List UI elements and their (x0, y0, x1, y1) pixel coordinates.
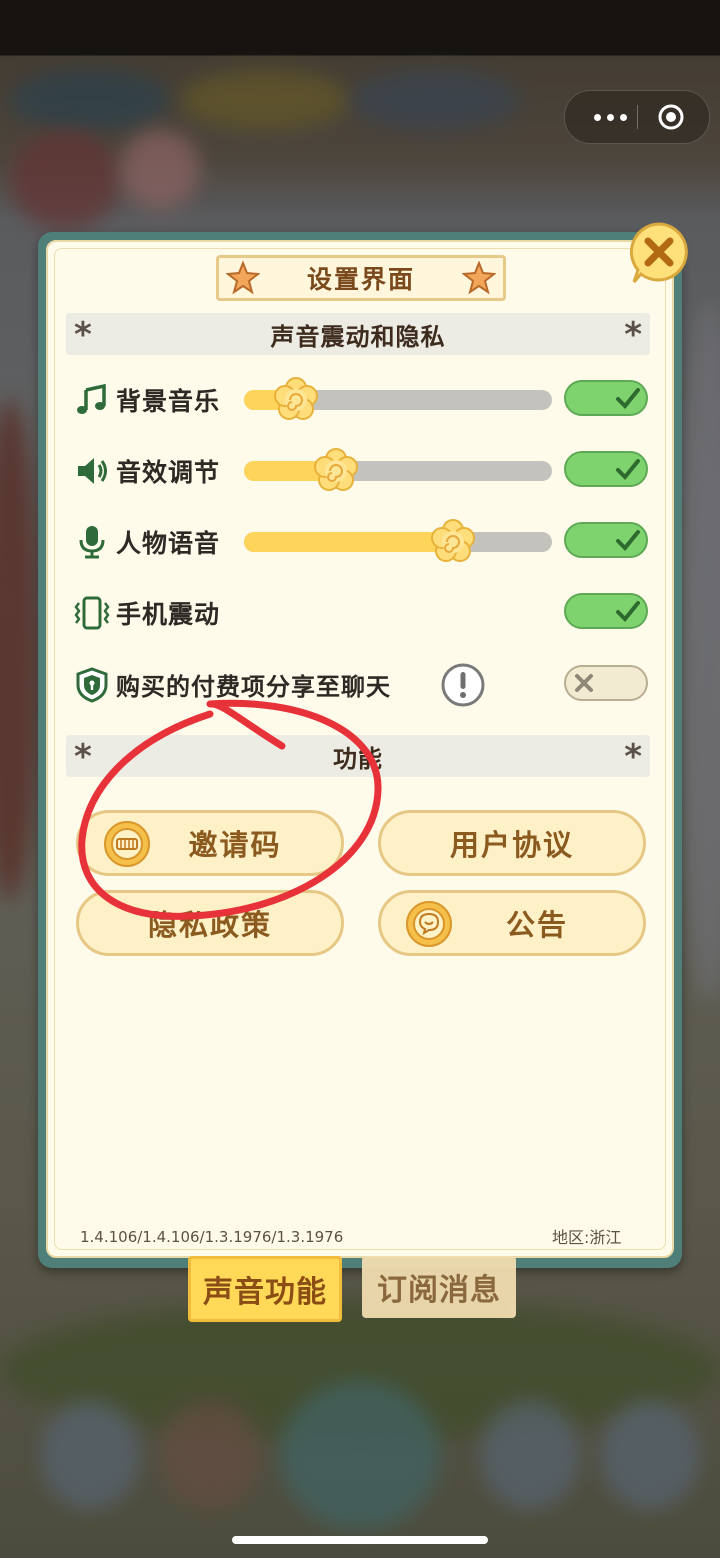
notice-label: 公告 (505, 908, 568, 942)
region-text: 地区:浙江 (552, 1228, 622, 1247)
setting-row-share-purchase: 购买的付费项分享至聊天 (70, 657, 654, 713)
check-icon (616, 459, 640, 480)
star-icon (226, 261, 260, 295)
home-indicator (232, 1536, 488, 1544)
check-icon (616, 388, 640, 409)
setting-row-sfx: 音效调节 (70, 443, 654, 499)
target-icon (658, 104, 684, 130)
toggle-bgm[interactable] (564, 380, 648, 416)
user-agreement-button[interactable]: 用户协议 (378, 810, 646, 876)
setting-label: 手机震动 (116, 600, 221, 629)
info-exclamation-icon[interactable] (440, 662, 486, 708)
volume-slider-voice[interactable] (244, 519, 552, 562)
mini-program-capsule (564, 90, 710, 144)
section-marker: * (74, 737, 92, 777)
toggle-share-purchase[interactable] (564, 665, 648, 701)
dialog-title-plate: 设置界面 (216, 255, 506, 301)
privacy-policy-label: 隐私政策 (147, 908, 272, 942)
setting-row-voice: 人物语音 (70, 514, 654, 570)
section-marker: * (74, 315, 92, 355)
invite-code-label: 邀请码 (188, 828, 282, 862)
volume-slider-bgm[interactable] (244, 377, 552, 420)
dialog-title: 设置界面 (306, 265, 415, 294)
slider-fill (244, 532, 454, 552)
slider-knob[interactable] (272, 376, 320, 424)
section-title-sound: 声音震动和隐私 (270, 322, 446, 351)
section-marker: * (624, 737, 642, 777)
tab-label: 声音功能 (203, 1275, 327, 1310)
setting-row-bgm: 背景音乐 (70, 372, 654, 428)
privacy-policy-button[interactable]: 隐私政策 (76, 890, 344, 956)
invite-code-button[interactable]: 邀请码 (76, 810, 344, 876)
notice-button[interactable]: 公告 (378, 890, 646, 956)
tab-label: 订阅消息 (377, 1273, 501, 1308)
user-agreement-label: 用户协议 (449, 828, 574, 862)
toggle-voice[interactable] (564, 522, 648, 558)
section-title-functions: 功能 (333, 744, 383, 773)
capsule-divider (637, 105, 638, 129)
close-dialog-button[interactable] (626, 220, 692, 286)
microphone-icon (79, 526, 105, 559)
tab-subscribe-message[interactable]: 订阅消息 (362, 1256, 516, 1318)
volume-slider-sfx[interactable] (244, 448, 552, 491)
star-icon (462, 261, 496, 295)
setting-label: 背景音乐 (116, 387, 221, 416)
x-icon (575, 674, 593, 692)
tab-sound-function[interactable]: 声音功能 (188, 1256, 342, 1322)
music-note-icon (77, 383, 106, 414)
slider-knob[interactable] (429, 518, 477, 566)
shield-icon (76, 667, 108, 703)
toggle-sfx[interactable] (564, 451, 648, 487)
section-header-sound: * 声音震动和隐私 * (66, 313, 650, 355)
toggle-vibrate[interactable] (564, 593, 648, 629)
section-header-functions: * 功能 * (66, 735, 650, 777)
chat-bubble-icon (406, 901, 452, 947)
invite-badge-icon (104, 821, 150, 867)
version-text: 1.4.106/1.4.106/1.3.1976/1.3.1976 (80, 1228, 344, 1246)
setting-label: 购买的付费项分享至聊天 (116, 673, 391, 701)
setting-label: 音效调节 (116, 458, 221, 487)
setting-label: 人物语音 (116, 529, 221, 558)
more-dots-icon (593, 113, 601, 121)
close-miniprogram-button[interactable] (657, 103, 685, 131)
check-icon (616, 530, 640, 551)
phone-vibrate-icon (74, 596, 110, 630)
setting-row-vibrate: 手机震动 (70, 585, 654, 641)
slider-knob[interactable] (312, 447, 360, 495)
check-icon (616, 601, 640, 622)
speaker-icon (78, 458, 107, 484)
section-marker: * (624, 315, 642, 355)
more-menu-button[interactable] (583, 91, 637, 143)
